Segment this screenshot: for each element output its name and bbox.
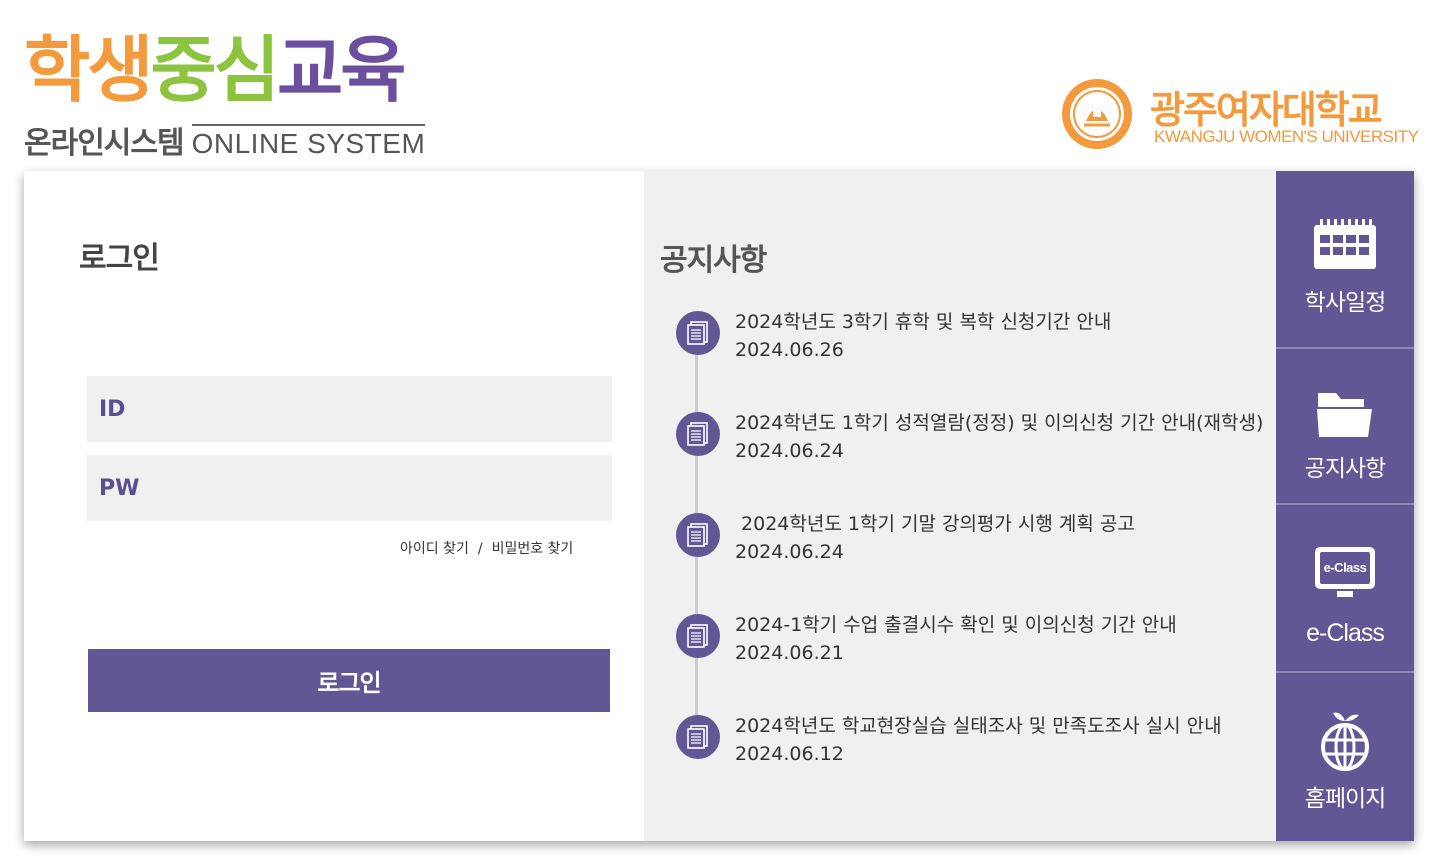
notice-item-title: 2024학년도 1학기 성적열람(정정) 및 이의신청 기간 안내(재학생) bbox=[735, 412, 1264, 434]
side-nav-academic-calendar[interactable]: 학사일정 bbox=[1276, 171, 1414, 347]
notice-item-title: 2024학년도 1학기 기말 강의평가 시행 계획 공고 bbox=[735, 513, 1135, 535]
side-nav-eclass[interactable]: e-Class e-Class bbox=[1276, 505, 1414, 671]
login-panel: 로그인 아이디 찾기 / 비밀번호 찾기 로그인 bbox=[24, 171, 644, 841]
notice-title: 공지사항 bbox=[660, 243, 767, 278]
eclass-monitor-icon: e-Class bbox=[1276, 547, 1414, 605]
notice-item[interactable]: 2024학년도 학교현장실습 실태조사 및 만족도조사 실시 안내 2024.0… bbox=[676, 715, 1276, 775]
notice-panel: 공지사항 2024학년도 3학기 휴학 및 복학 신청기간 안내 2024.06… bbox=[644, 171, 1276, 841]
university-seal-icon bbox=[1062, 79, 1132, 149]
side-nav: 학사일정 공지사항 e-Class e-Class 홈페이지 bbox=[1276, 171, 1414, 841]
university-name-en: KWANGJU WOMEN'S UNIVERSITY bbox=[1154, 127, 1419, 146]
side-nav-label: e-Class bbox=[1306, 619, 1385, 647]
id-input[interactable] bbox=[87, 376, 612, 442]
side-nav-notices[interactable]: 공지사항 bbox=[1276, 349, 1414, 503]
university-name-ko: 광주여자대학교 bbox=[1150, 88, 1383, 132]
document-icon bbox=[676, 614, 720, 658]
folder-icon bbox=[1276, 387, 1414, 443]
notice-item-date: 2024.06.26 bbox=[735, 339, 844, 359]
login-title: 로그인 bbox=[79, 241, 160, 276]
logo-title: 학생중심교육 bbox=[24, 28, 406, 112]
calendar-icon bbox=[1276, 219, 1414, 275]
account-recovery-links: 아이디 찾기 / 비밀번호 찾기 bbox=[400, 538, 573, 558]
logo-subtitle: 온라인시스템 ONLINE SYSTEM bbox=[24, 124, 426, 161]
side-nav-homepage[interactable]: 홈페이지 bbox=[1276, 673, 1414, 841]
side-nav-label: 공지사항 bbox=[1304, 456, 1387, 482]
link-separator: / bbox=[477, 541, 483, 557]
document-icon bbox=[676, 311, 720, 355]
document-icon bbox=[676, 513, 720, 557]
notice-item[interactable]: 2024-1학기 수업 출결시수 확인 및 이의신청 기간 안내 2024.06… bbox=[676, 614, 1276, 674]
document-icon bbox=[676, 412, 720, 456]
find-password-link[interactable]: 비밀번호 찾기 bbox=[492, 541, 574, 557]
notice-item[interactable]: 2024학년도 1학기 성적열람(정정) 및 이의신청 기간 안내(재학생) 2… bbox=[676, 412, 1276, 472]
globe-apple-icon bbox=[1276, 709, 1414, 775]
main-card: 로그인 아이디 찾기 / 비밀번호 찾기 로그인 공지사항 2024학년도 3학기 … bbox=[24, 171, 1414, 841]
side-nav-label: 홈페이지 bbox=[1304, 786, 1387, 812]
login-button[interactable]: 로그인 bbox=[88, 649, 610, 712]
notice-item-title: 2024-1학기 수업 출결시수 확인 및 이의신청 기간 안내 bbox=[735, 614, 1177, 636]
find-id-link[interactable]: 아이디 찾기 bbox=[400, 541, 469, 557]
notice-item-date: 2024.06.21 bbox=[735, 642, 844, 662]
notice-item-date: 2024.06.12 bbox=[735, 743, 844, 763]
notice-item[interactable]: 2024학년도 1학기 기말 강의평가 시행 계획 공고 2024.06.24 bbox=[676, 513, 1276, 573]
notice-item[interactable]: 2024학년도 3학기 휴학 및 복학 신청기간 안내 2024.06.26 bbox=[676, 311, 1276, 371]
university-logo[interactable]: 광주여자대학교 KWANGJU WOMEN'S UNIVERSITY bbox=[1060, 75, 1419, 153]
notice-item-title: 2024학년도 3학기 휴학 및 복학 신청기간 안내 bbox=[735, 311, 1112, 333]
site-logo[interactable]: 학생중심교육 온라인시스템 ONLINE SYSTEM bbox=[24, 28, 444, 161]
document-icon bbox=[676, 715, 720, 759]
notice-item-date: 2024.06.24 bbox=[735, 440, 844, 460]
notice-item-title: 2024학년도 학교현장실습 실태조사 및 만족도조사 실시 안내 bbox=[735, 715, 1222, 737]
password-input[interactable] bbox=[87, 455, 612, 521]
side-nav-label: 학사일정 bbox=[1304, 290, 1387, 316]
notice-item-date: 2024.06.24 bbox=[735, 541, 844, 561]
